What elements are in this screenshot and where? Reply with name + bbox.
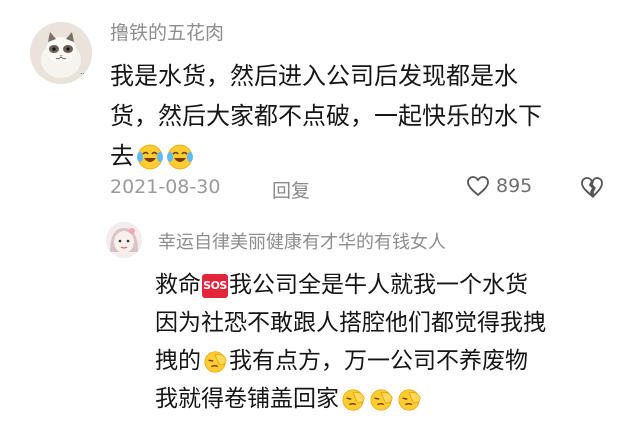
reply-button[interactable]: 回复 (272, 176, 310, 203)
laughing-crying-icon (167, 144, 193, 170)
comment-text: 救命 SOS我公司全是牛人就我一个水货 因为社恐不敢跟人搭腔他们都觉得我拽 拽的 … (155, 266, 546, 418)
like-button[interactable]: 895 (466, 175, 532, 197)
comment-text: 我是水货，然后进入公司后发现都是水 货，然后大家都不点破，一起快乐的水下 去 (110, 56, 542, 176)
comment-line: 货，然后大家都不点破，一起快乐的水下 (110, 102, 542, 130)
comment-line: 我就得卷铺盖回家 (155, 380, 546, 418)
cat-avatar-icon: .. (30, 22, 92, 84)
comment-line: 救命 SOS我公司全是牛人就我一个水货 (155, 266, 546, 304)
comment-line-text: 去 (110, 142, 134, 170)
comment-username[interactable]: 幸运自律美丽健康有才华的有钱女人 (158, 228, 446, 254)
facepalm-emoji-icon (398, 388, 421, 411)
comment-line-text: 救命 (155, 272, 201, 298)
comment-line-text: 我公司全是牛人就我一个水货 (229, 272, 528, 298)
comment-line: 去 (110, 136, 542, 176)
comment-line: 我是水货，然后进入公司后发现都是水 (110, 62, 518, 90)
girl-avatar-icon (106, 222, 142, 258)
sos-icon: SOS (202, 273, 228, 298)
laughing-crying-icon (137, 144, 163, 170)
avatar[interactable] (106, 222, 142, 258)
comment-line: 拽的 我有点方，万一公司不养废物 (155, 342, 546, 380)
svg-text:..: .. (80, 67, 85, 76)
comment-line-text: 我有点方，万一公司不养废物 (229, 348, 528, 374)
dislike-button[interactable] (580, 176, 604, 203)
broken-heart-icon (581, 177, 603, 199)
heart-icon (467, 176, 489, 197)
avatar[interactable]: .. (30, 22, 92, 84)
comment-date: 2021-08-30 (110, 176, 221, 198)
comment-username[interactable]: 撸铁的五花肉 (110, 18, 224, 45)
facepalm-emoji-icon (204, 350, 227, 373)
comment-line-text: 拽的 (155, 348, 201, 374)
like-count: 895 (496, 175, 533, 197)
comment-line: 因为社恐不敢跟人搭腔他们都觉得我拽 (155, 310, 546, 336)
facepalm-emoji-icon (342, 388, 365, 411)
facepalm-emoji-icon (370, 388, 393, 411)
comment-line-text: 我就得卷铺盖回家 (155, 386, 339, 412)
